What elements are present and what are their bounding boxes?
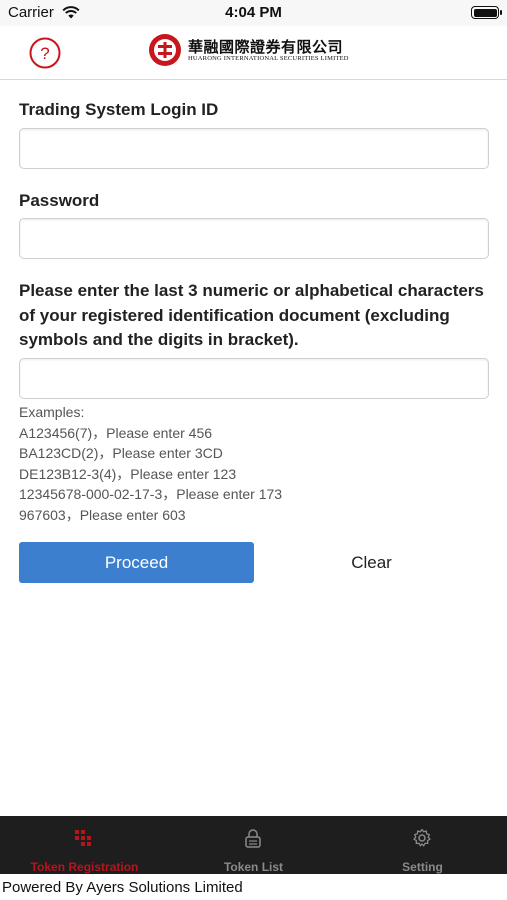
question-circle-icon[interactable]: ?	[29, 37, 61, 69]
example-item: 967603，Please enter 603	[19, 506, 186, 523]
examples-heading: Examples:	[19, 404, 85, 420]
footer: Powered By Ayers Solutions Limited	[0, 874, 507, 900]
battery-icon	[471, 6, 502, 19]
tab-token-registration[interactable]: Token Registration	[0, 816, 169, 874]
clear-button[interactable]: Clear	[254, 542, 489, 583]
clock: 4:04 PM	[225, 4, 282, 21]
lock-icon	[245, 829, 261, 848]
tab-setting[interactable]: Setting	[338, 816, 507, 874]
tab-label: Token Registration	[30, 860, 139, 874]
powered-by-text: Powered By Ayers Solutions Limited	[2, 879, 243, 896]
company-logo: 華融國際證券有限公司 HUARONG INTERNATIONAL SECURIT…	[148, 32, 368, 72]
examples-list: Examples: A123456(7)，Please enter 456 BA…	[19, 402, 282, 526]
tab-label: Token List	[223, 860, 284, 874]
id-document-input[interactable]	[19, 358, 489, 399]
tab-label: Setting	[402, 860, 443, 874]
logo-english-text: HUARONG INTERNATIONAL SECURITIES LIMITED	[188, 55, 349, 62]
password-label: Password	[19, 191, 100, 210]
gear-icon	[413, 828, 431, 847]
proceed-button[interactable]: Proceed	[19, 542, 254, 583]
svg-text:?: ?	[40, 44, 49, 63]
password-input[interactable]	[19, 218, 489, 259]
login-id-label: Trading System Login ID	[19, 100, 219, 119]
example-item: A123456(7)，Please enter 456	[19, 424, 213, 441]
keypad-icon	[75, 830, 91, 846]
status-bar: Carrier 4:04 PM	[0, 0, 507, 26]
example-item: BA123CD(2)，Please enter 3CD	[19, 445, 223, 462]
app-header: ? 華融國際證券有限公司 HUARONG INTERNATIONAL SECUR…	[0, 26, 507, 80]
logo-emblem-icon	[149, 34, 181, 66]
example-item: DE123B12-3(4)，Please enter 123	[19, 465, 237, 482]
example-item: 12345678-000-02-17-3，Please enter 173	[19, 486, 283, 503]
logo-chinese-text: 華融國際證券有限公司	[188, 38, 344, 56]
tab-token-list[interactable]: Token List	[169, 816, 338, 874]
id-instruction-text: Please enter the last 3 numeric or alpha…	[19, 281, 484, 349]
tab-bar: Token Registration Token List Setting	[0, 816, 507, 874]
login-id-input[interactable]	[19, 128, 489, 169]
